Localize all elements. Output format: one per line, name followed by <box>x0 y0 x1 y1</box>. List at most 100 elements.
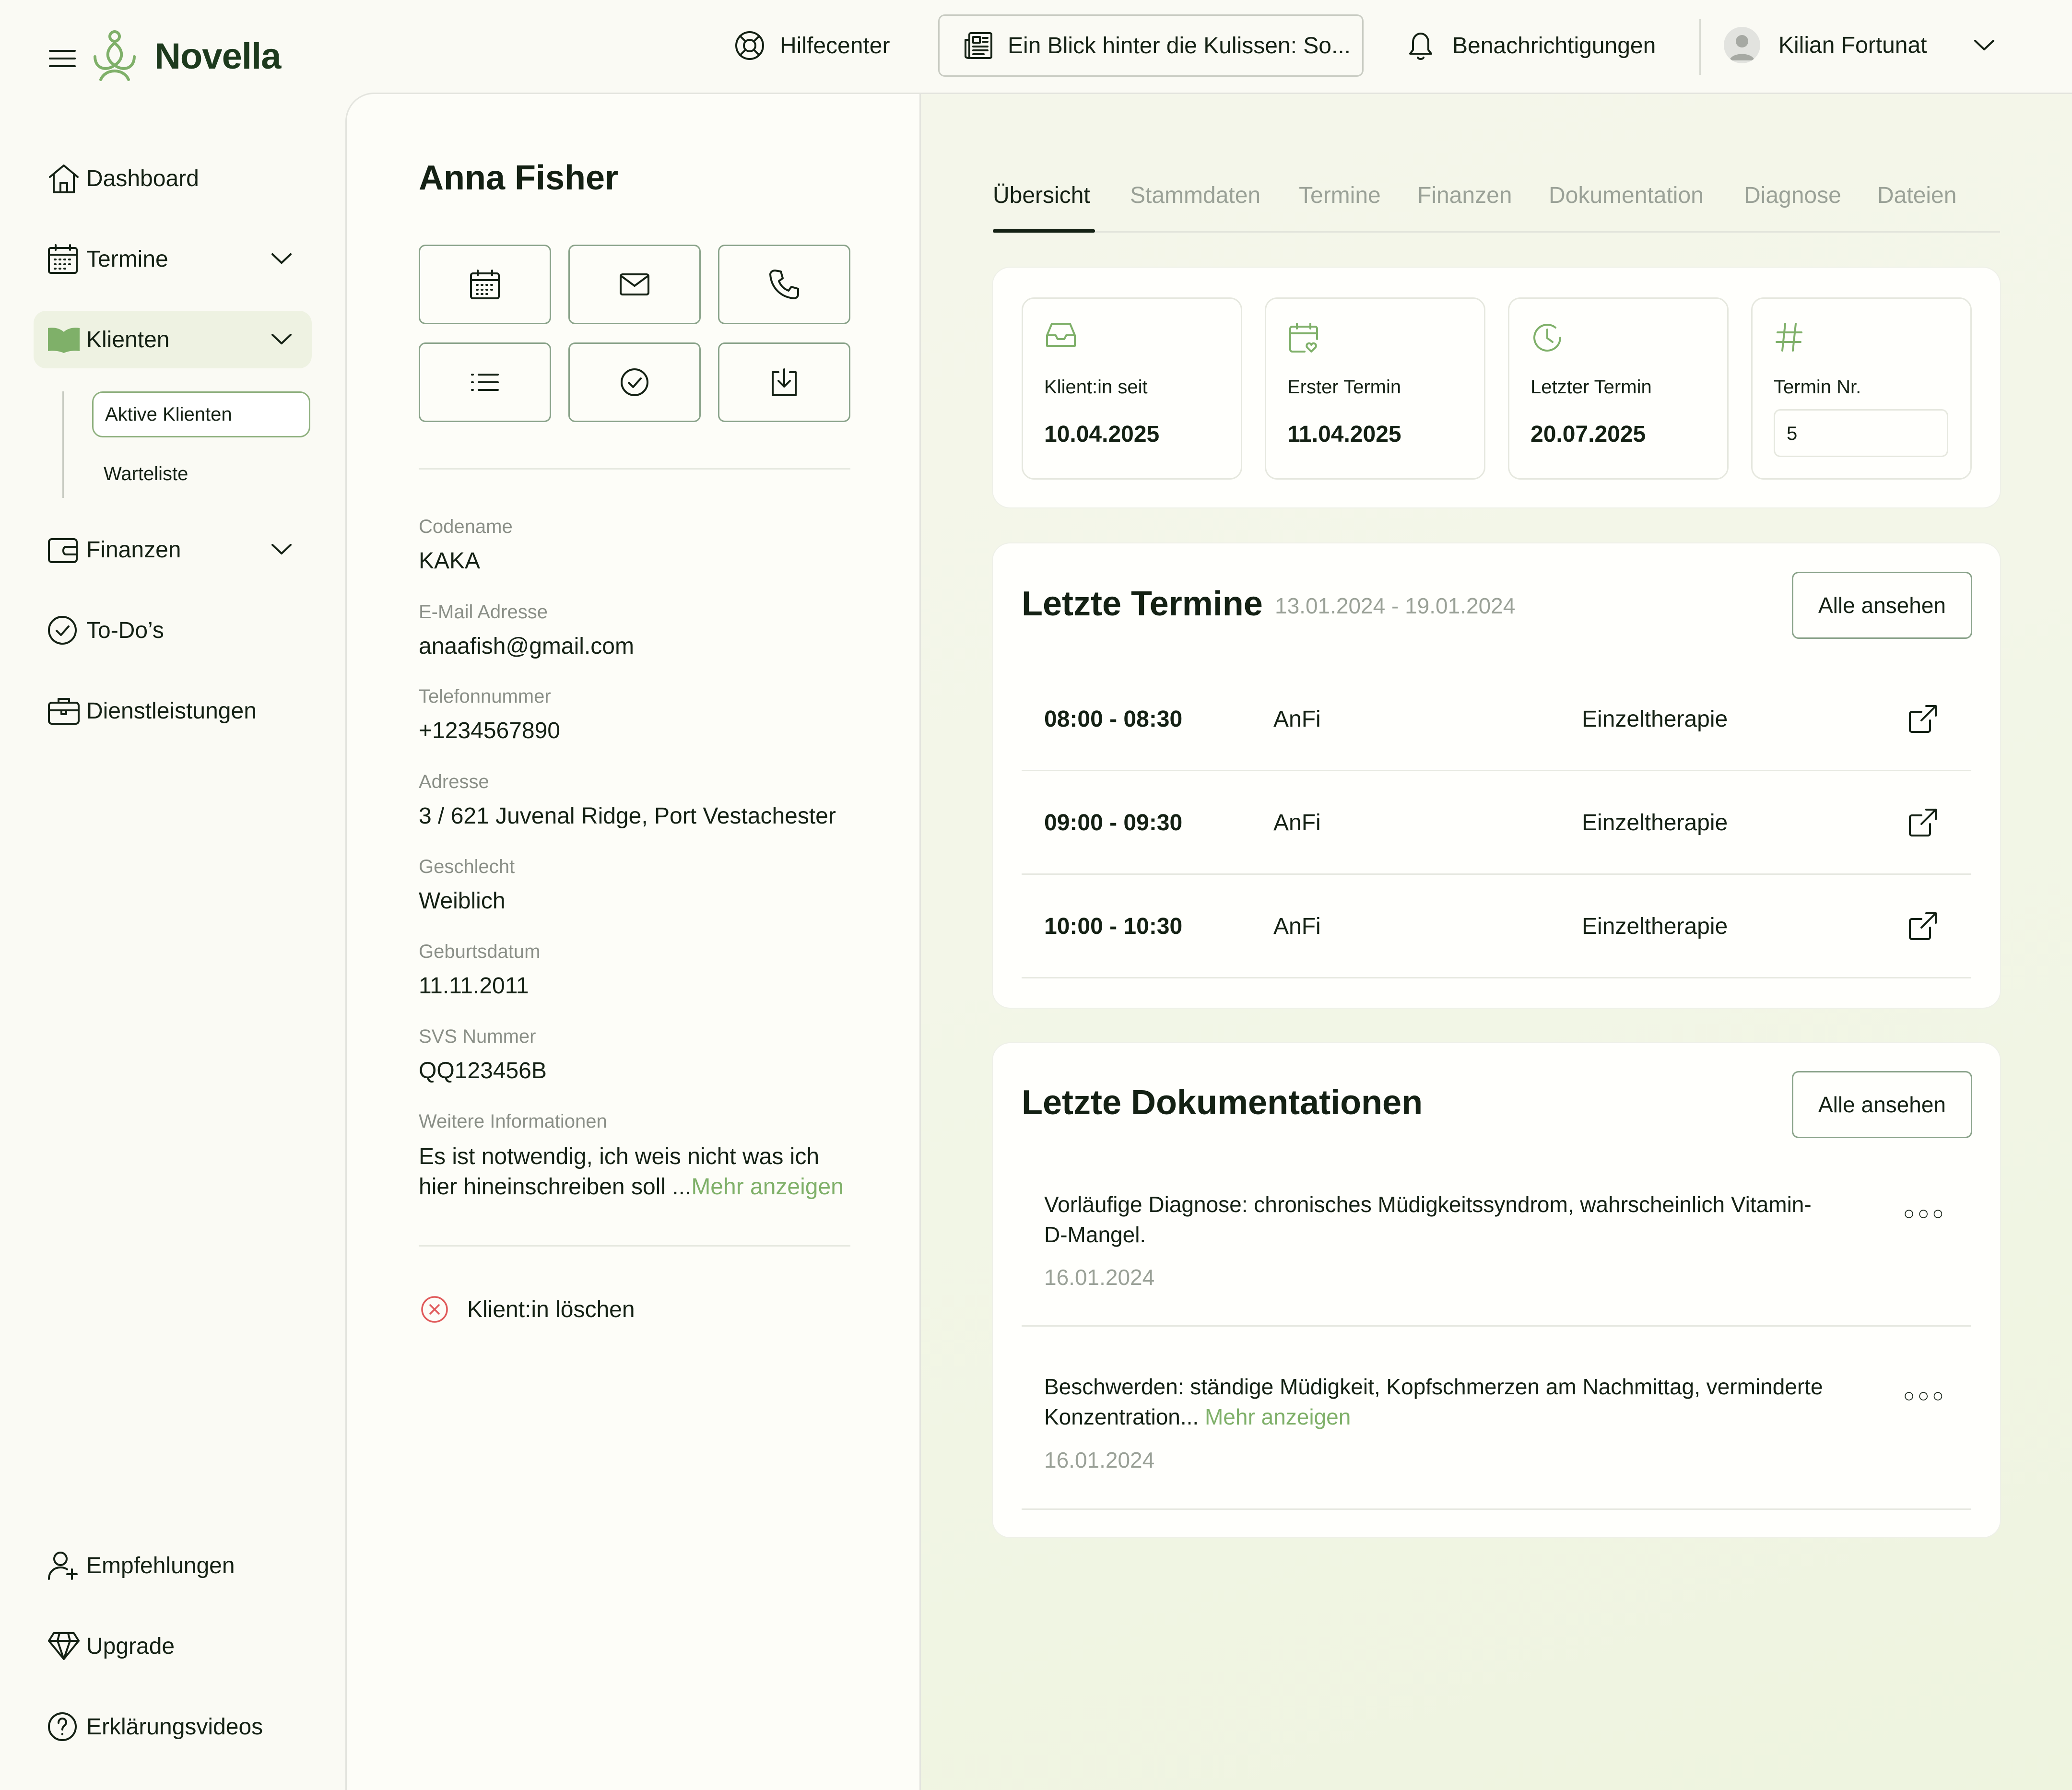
phone-value: +1234567890 <box>419 718 560 743</box>
sidebar-item-finanzen[interactable]: Finanzen <box>34 521 312 578</box>
gender-label: Geschlecht <box>419 856 515 877</box>
documentation-date: 16.01.2024 <box>1044 1448 1155 1472</box>
tab-finanzen[interactable]: Finanzen <box>1417 182 1512 209</box>
sidebar-item-dienstleistungen[interactable]: Dienstleistungen <box>34 682 312 740</box>
info-line-text: hier hineinschreiben soll ... <box>419 1174 692 1200</box>
brand-name[interactable]: Novella <box>154 35 281 77</box>
download-icon <box>772 368 797 396</box>
more-options-icon[interactable]: ○○○ <box>1903 1203 1946 1225</box>
wallet-icon <box>48 538 78 563</box>
stat-last-appointment: Letzter Termin 20.07.2025 <box>1508 297 1729 480</box>
tab-uebersicht[interactable]: Übersicht <box>993 182 1090 209</box>
sidebar-subitem-warteliste[interactable]: Warteliste <box>92 451 310 497</box>
briefcase-icon <box>48 698 80 725</box>
divider <box>419 1245 850 1247</box>
appointment-row[interactable]: 08:00 - 08:30 AnFi Einzeltherapie <box>1022 668 1971 771</box>
sidebar-item-dashboard[interactable]: Dashboard <box>34 150 312 207</box>
documentation-line: Konzentration... Mehr anzeigen <box>1044 1402 1879 1432</box>
client-name: Anna Fisher <box>419 159 619 197</box>
show-more-link[interactable]: Mehr anzeigen <box>1205 1404 1351 1429</box>
documentation-date: 16.01.2024 <box>1044 1265 1155 1290</box>
codename-label: Codename <box>419 516 513 537</box>
sidebar-item-label: Erklärungsvideos <box>86 1714 263 1740</box>
list-icon <box>471 374 499 391</box>
submenu-line <box>62 391 64 498</box>
calendar-icon <box>48 244 78 274</box>
info-line: hier hineinschreiben soll ...Mehr anzeig… <box>419 1172 850 1202</box>
user-menu[interactable]: Kilian Fortunat <box>1724 27 1995 63</box>
chevron-down-icon <box>271 544 292 554</box>
menu-icon[interactable] <box>48 48 77 69</box>
add-user-icon <box>48 1552 78 1580</box>
info-line: Es ist notwendig, ich weis nicht was ich <box>419 1144 820 1169</box>
stat-value: 20.07.2025 <box>1530 422 1646 447</box>
help-center-link[interactable]: Hilfecenter <box>734 30 890 61</box>
chevron-down-icon <box>271 253 292 264</box>
notifications-label: Benachrichtigungen <box>1452 33 1656 59</box>
appointment-row[interactable]: 10:00 - 10:30 AnFi Einzeltherapie <box>1022 875 1971 978</box>
delete-client-button[interactable]: Klient:in löschen <box>420 1295 635 1324</box>
appointment-row[interactable]: 09:00 - 09:30 AnFi Einzeltherapie <box>1022 771 1971 875</box>
sidebar-item-todos[interactable]: To-Do’s <box>34 601 312 659</box>
appointment-time: 09:00 - 09:30 <box>1044 810 1183 836</box>
hash-icon <box>1776 323 1802 352</box>
topbar-divider <box>1699 19 1701 75</box>
sidebar-subitem-aktive-klienten[interactable]: Aktive Klienten <box>92 391 310 437</box>
svs-value: QQ123456B <box>419 1058 547 1083</box>
list-button[interactable] <box>419 342 551 422</box>
sidebar-item-upgrade[interactable]: Upgrade <box>34 1617 312 1675</box>
notifications-button[interactable]: Benachrichtigungen <box>1405 29 1656 62</box>
sidebar-item-termine[interactable]: Termine <box>34 230 312 288</box>
stat-first-appointment: Erster Termin 11.04.2025 <box>1265 297 1485 480</box>
sidebar-item-erklaerungsvideos[interactable]: Erklärungsvideos <box>34 1698 312 1755</box>
divider <box>419 468 850 470</box>
download-button[interactable] <box>718 342 850 422</box>
send-email-button[interactable] <box>568 245 701 324</box>
stat-label: Erster Termin <box>1287 377 1401 398</box>
schedule-appointment-button[interactable] <box>419 245 551 324</box>
external-link-icon[interactable] <box>1908 911 1938 941</box>
documentation-text: Beschwerden: ständige Müdigkeit, Kopfsch… <box>1044 1372 1879 1432</box>
more-options-icon[interactable]: ○○○ <box>1903 1385 1946 1407</box>
documentation-view-all-button[interactable]: Alle ansehen <box>1792 1071 1972 1138</box>
birthdate-label: Geburtsdatum <box>419 941 541 962</box>
user-name: Kilian Fortunat <box>1778 32 1927 58</box>
info-label: Weitere Informationen <box>419 1111 607 1132</box>
address-label: Adresse <box>419 771 489 792</box>
mark-done-button[interactable] <box>568 342 701 422</box>
external-link-icon[interactable] <box>1908 808 1938 837</box>
diamond-icon <box>48 1632 80 1660</box>
book-icon <box>48 328 80 353</box>
appointments-view-all-button[interactable]: Alle ansehen <box>1792 572 1972 639</box>
appointment-number-input[interactable]: 5 <box>1774 409 1948 457</box>
tab-dateien[interactable]: Dateien <box>1877 182 1956 209</box>
close-circle-icon <box>421 1296 448 1323</box>
call-button[interactable] <box>718 245 850 324</box>
sidebar-item-label: Upgrade <box>86 1633 175 1659</box>
calendar-heart-icon <box>1289 323 1318 353</box>
appointment-client: AnFi <box>1273 914 1321 939</box>
tab-underline-track <box>993 231 2000 233</box>
external-link-icon[interactable] <box>1908 704 1938 734</box>
show-more-link[interactable]: Mehr anzeigen <box>691 1174 844 1200</box>
news-button[interactable]: Ein Blick hinter die Kulissen: So... <box>938 14 1364 77</box>
appointment-client: AnFi <box>1273 810 1321 836</box>
tab-termine[interactable]: Termine <box>1299 182 1381 209</box>
sidebar-item-label: Dienstleistungen <box>86 698 257 724</box>
sidebar-item-empfehlungen[interactable]: Empfehlungen <box>34 1537 312 1594</box>
tab-dokumentation[interactable]: Dokumentation <box>1549 182 1704 209</box>
address-value: 3 / 621 Juvenal Ridge, Port Vestachester <box>419 803 836 829</box>
check-circle-icon <box>621 368 648 396</box>
tab-active-indicator <box>993 229 1095 233</box>
documentation-line: Beschwerden: ständige Müdigkeit, Kopfsch… <box>1044 1374 1823 1399</box>
tab-stammdaten[interactable]: Stammdaten <box>1130 182 1260 209</box>
news-label: Ein Blick hinter die Kulissen: So... <box>1008 33 1351 59</box>
phone-icon <box>769 270 799 299</box>
tab-diagnose[interactable]: Diagnose <box>1744 182 1841 209</box>
clock-icon <box>1533 324 1561 352</box>
appointment-time: 10:00 - 10:30 <box>1044 914 1183 939</box>
documentation-line-text: Konzentration... <box>1044 1404 1199 1429</box>
stat-value: 10.04.2025 <box>1044 422 1160 447</box>
gender-value: Weiblich <box>419 888 506 914</box>
sidebar-item-klienten[interactable]: Klienten <box>34 311 312 368</box>
